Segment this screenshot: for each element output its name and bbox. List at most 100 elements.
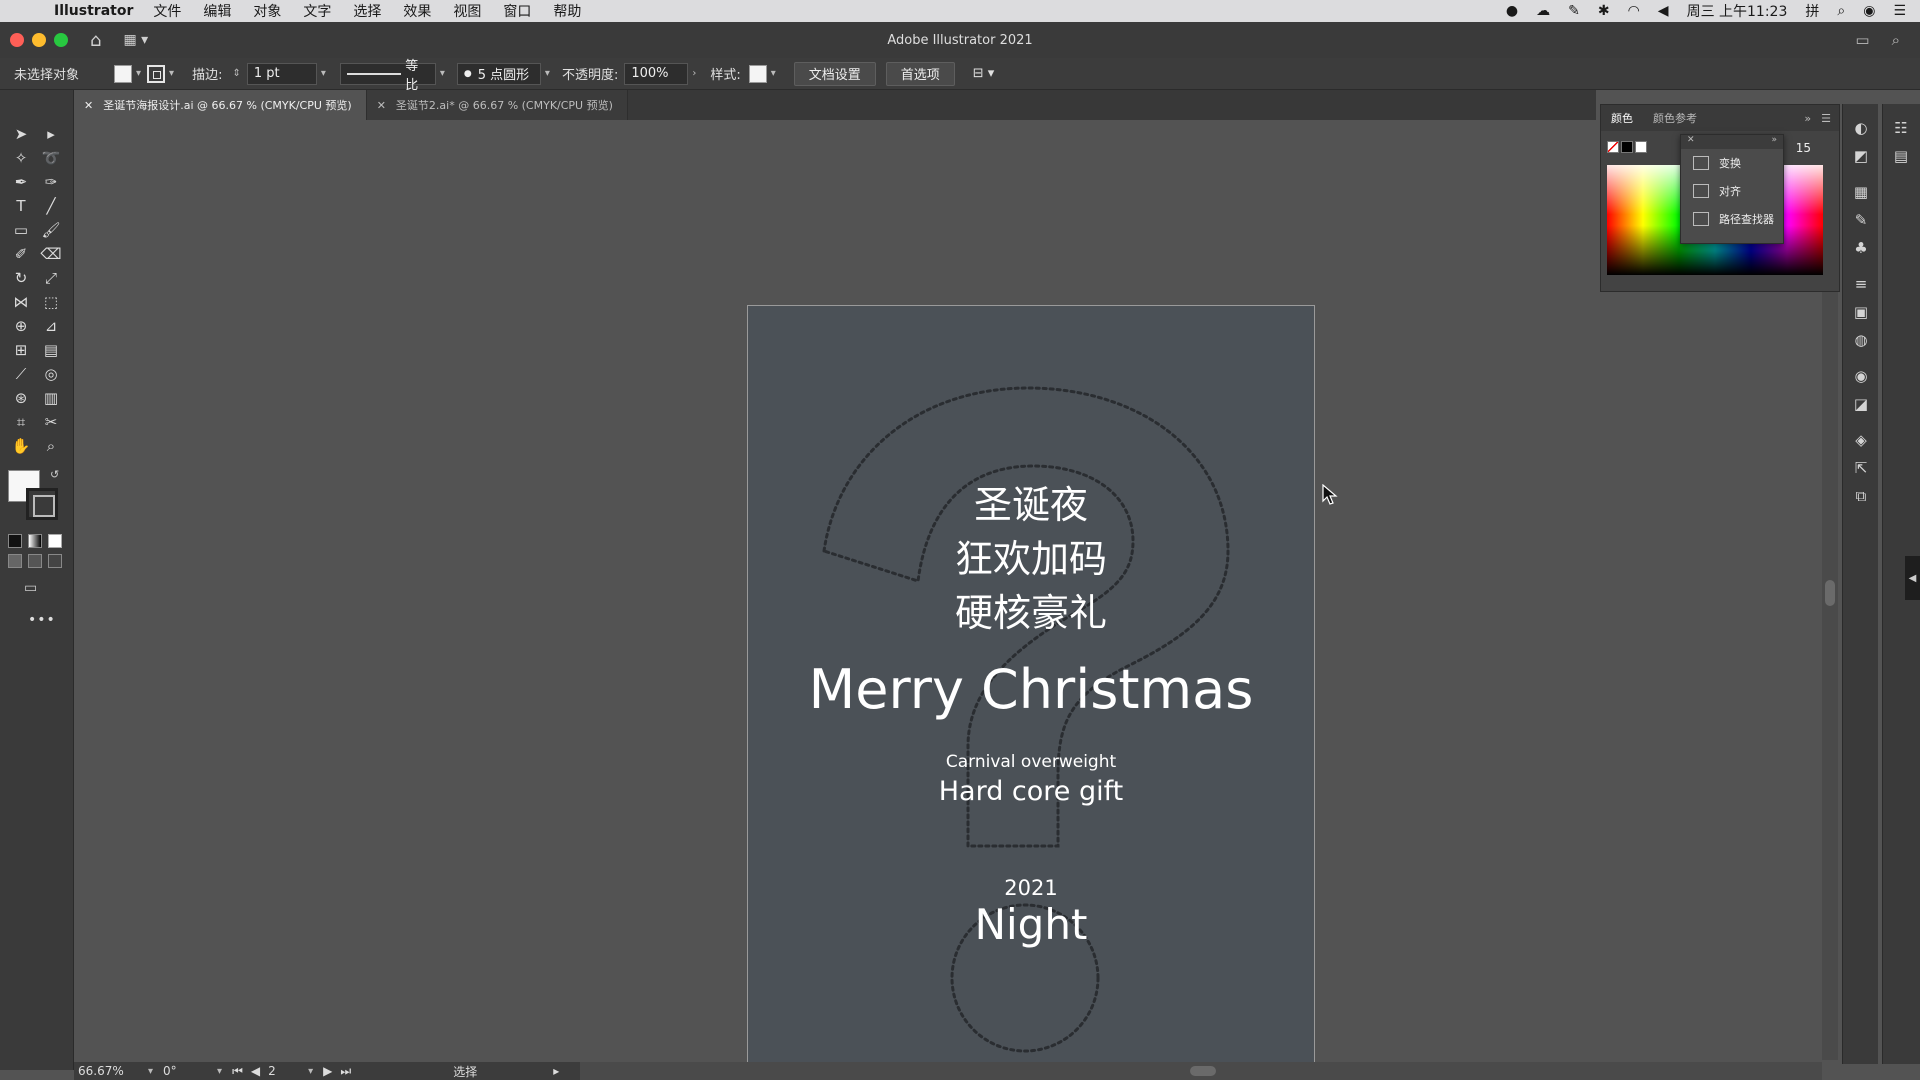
zoom-tool-icon[interactable]: ⌕ bbox=[36, 434, 66, 458]
siri-icon[interactable]: ◉ bbox=[1863, 3, 1875, 19]
screen-mode-icon[interactable]: ▭ bbox=[24, 580, 37, 596]
poster-year[interactable]: 2021 bbox=[748, 876, 1314, 900]
none-swatch[interactable] bbox=[1607, 141, 1619, 153]
menubar-clock[interactable]: 周三 上午11:23 bbox=[1687, 1, 1788, 21]
preferences-button[interactable]: 首选项 bbox=[885, 61, 955, 86]
variable-width-profile[interactable]: 等比 bbox=[339, 59, 436, 93]
eyedropper-tool-icon[interactable]: ⟋ bbox=[6, 362, 36, 386]
stroke-color-swatch[interactable] bbox=[147, 64, 166, 83]
properties-icon[interactable]: ☷ bbox=[1883, 114, 1919, 142]
color-guide-icon[interactable]: ◩ bbox=[1843, 142, 1879, 170]
rectangle-tool-icon[interactable]: ▭ bbox=[6, 218, 36, 242]
rotation-value[interactable]: 0° bbox=[159, 1064, 213, 1078]
panel-item-pathfinder[interactable]: 路径查找器 bbox=[1681, 205, 1783, 233]
chevron-right-icon[interactable]: › bbox=[692, 68, 696, 79]
swatches-icon[interactable]: ▦ bbox=[1843, 178, 1879, 206]
brush-definition[interactable]: ● 5 点圆形 bbox=[456, 62, 541, 85]
transparency-icon[interactable]: ◍ bbox=[1843, 326, 1879, 354]
poster-headline[interactable]: Merry Christmas bbox=[748, 658, 1314, 721]
gradient-panel-icon[interactable]: ▣ bbox=[1843, 298, 1879, 326]
stroke-label[interactable]: 描边: bbox=[192, 64, 222, 83]
close-tab-icon[interactable]: ✕ bbox=[84, 99, 93, 112]
draw-normal-icon[interactable] bbox=[8, 554, 22, 568]
vertical-scroll-thumb[interactable] bbox=[1825, 580, 1835, 606]
white-swatch[interactable] bbox=[1635, 141, 1647, 153]
selection-tool-icon[interactable]: ➤ bbox=[6, 122, 36, 146]
pen-icon[interactable]: ✎ bbox=[1568, 3, 1580, 19]
line-tool-icon[interactable]: ╱ bbox=[36, 194, 66, 218]
opacity-label[interactable]: 不透明度: bbox=[562, 64, 618, 83]
color-value-field[interactable]: 15 bbox=[1796, 141, 1811, 155]
panel-menu-icon[interactable]: ☰ bbox=[1821, 112, 1831, 125]
shape-builder-tool-icon[interactable]: ⊕ bbox=[6, 314, 36, 338]
chevron-down-icon[interactable]: ▾ bbox=[545, 68, 550, 79]
chevron-down-icon[interactable]: ▾ bbox=[308, 1066, 313, 1077]
expand-panel-icon[interactable]: » bbox=[1771, 135, 1777, 149]
collapse-panel-icon[interactable]: » bbox=[1804, 112, 1811, 125]
menu-file[interactable]: 文件 bbox=[153, 1, 181, 21]
first-artboard-icon[interactable]: ⏮ bbox=[228, 1064, 247, 1079]
layers-icon[interactable]: ◈ bbox=[1843, 426, 1879, 454]
edit-toolbar-icon[interactable]: ••• bbox=[28, 612, 56, 628]
free-transform-tool-icon[interactable]: ⬚ bbox=[36, 290, 66, 314]
close-panel-icon[interactable]: ✕ bbox=[1687, 135, 1695, 149]
wifi-icon[interactable]: ◠ bbox=[1628, 3, 1640, 19]
document-setup-button[interactable]: 文档设置 bbox=[793, 61, 876, 86]
eraser-tool-icon[interactable]: ⌫ bbox=[36, 242, 66, 266]
cloud-icon[interactable]: ☁ bbox=[1536, 3, 1550, 19]
zoom-window-button[interactable] bbox=[54, 33, 68, 47]
menu-select[interactable]: 选择 bbox=[353, 1, 381, 21]
chevron-down-icon[interactable]: ▾ bbox=[217, 1066, 222, 1077]
gradient-mode-icon[interactable] bbox=[28, 534, 42, 548]
tab-color[interactable]: 颜色 bbox=[1601, 110, 1643, 126]
column-graph-tool-icon[interactable]: ▥ bbox=[36, 386, 66, 410]
menu-view[interactable]: 视图 bbox=[453, 1, 481, 21]
rotate-tool-icon[interactable]: ↻ bbox=[6, 266, 36, 290]
draw-behind-icon[interactable] bbox=[28, 554, 42, 568]
next-artboard-icon[interactable]: ▶ bbox=[319, 1064, 336, 1078]
poster-subtitle-2[interactable]: Hard core gift bbox=[748, 776, 1314, 807]
align-options-icon[interactable]: ⊟ ▾ bbox=[973, 66, 995, 81]
minimize-window-button[interactable] bbox=[32, 33, 46, 47]
fill-color-swatch[interactable] bbox=[114, 64, 132, 83]
tab-color-guide[interactable]: 颜色参考 bbox=[1643, 110, 1707, 126]
menu-window[interactable]: 窗口 bbox=[503, 1, 531, 21]
arrange-documents-icon[interactable]: ▦ ▾ bbox=[123, 32, 148, 48]
menu-object[interactable]: 对象 bbox=[253, 1, 281, 21]
workspace-switcher-icon[interactable]: ▭ bbox=[1855, 31, 1869, 49]
menu-app-name[interactable]: Illustrator bbox=[54, 3, 133, 19]
floating-panel-header[interactable]: ✕ » bbox=[1681, 135, 1783, 149]
poster-cn-line-2[interactable]: 狂欢加码 bbox=[748, 528, 1314, 583]
color-mode-icon[interactable] bbox=[8, 534, 22, 548]
perspective-grid-tool-icon[interactable]: ⊿ bbox=[36, 314, 66, 338]
export-assets-icon[interactable]: ⇱ bbox=[1843, 454, 1879, 482]
close-tab-icon[interactable]: ✕ bbox=[377, 99, 386, 112]
artboard-tool-icon[interactable]: ⌗ bbox=[6, 410, 36, 434]
poster-cn-line-1[interactable]: 圣诞夜 bbox=[748, 474, 1314, 529]
paintbrush-tool-icon[interactable]: 🖌 bbox=[36, 218, 66, 242]
menu-help[interactable]: 帮助 bbox=[553, 1, 581, 21]
appearance-icon[interactable]: ◉ bbox=[1843, 362, 1879, 390]
panel-item-align[interactable]: 对齐 bbox=[1681, 177, 1783, 205]
blend-tool-icon[interactable]: ◎ bbox=[36, 362, 66, 386]
notification-center-icon[interactable]: ☰ bbox=[1893, 3, 1906, 19]
libraries-icon[interactable]: ▤ bbox=[1883, 142, 1919, 170]
opacity-field[interactable]: 100% bbox=[624, 62, 689, 85]
chevron-down-icon[interactable]: ▾ bbox=[169, 68, 174, 79]
canvas-area[interactable]: 圣诞夜 狂欢加码 硬核豪礼 Merry Christmas Carnival o… bbox=[74, 120, 1596, 1080]
none-mode-icon[interactable] bbox=[48, 534, 62, 548]
poster-subtitle-1[interactable]: Carnival overweight bbox=[748, 752, 1314, 772]
graphic-style-swatch[interactable] bbox=[748, 64, 767, 83]
poster-cn-line-3[interactable]: 硬核豪礼 bbox=[748, 582, 1314, 637]
current-tool-status[interactable]: 选择 bbox=[449, 1063, 549, 1080]
hand-tool-icon[interactable]: ✋ bbox=[6, 434, 36, 458]
draw-inside-icon[interactable] bbox=[48, 554, 62, 568]
bluetooth-icon[interactable]: ✱ bbox=[1598, 3, 1610, 19]
chevron-down-icon[interactable]: ▾ bbox=[321, 68, 326, 79]
poster-night[interactable]: Night bbox=[748, 900, 1314, 949]
slice-tool-icon[interactable]: ✂ bbox=[36, 410, 66, 434]
horizontal-scrollbar[interactable] bbox=[580, 1062, 1822, 1080]
record-icon[interactable]: ● bbox=[1506, 3, 1518, 19]
gradient-tool-icon[interactable]: ▤ bbox=[36, 338, 66, 362]
stroke-panel-icon[interactable]: ≡ bbox=[1843, 270, 1879, 298]
